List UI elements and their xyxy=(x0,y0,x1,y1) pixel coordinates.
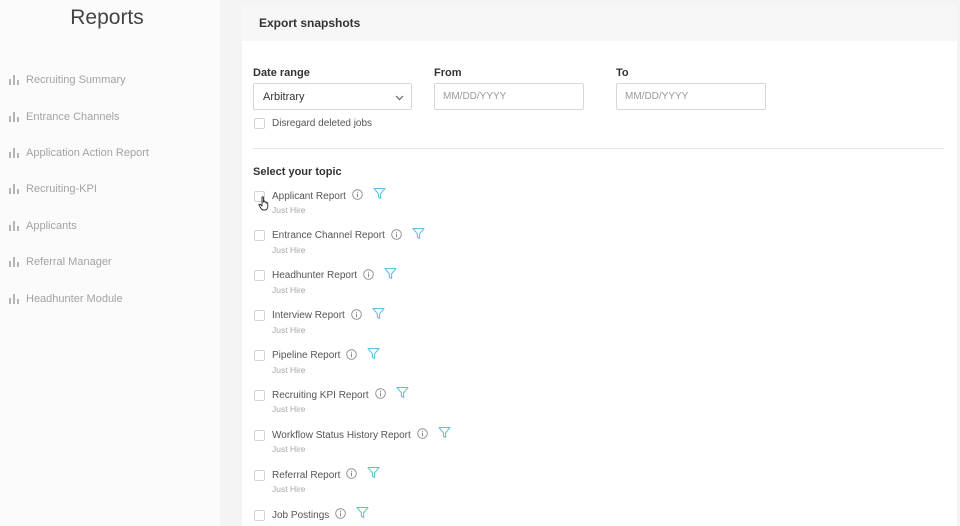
date-range-label: Date range xyxy=(253,67,310,79)
topic-item: Job Postings xyxy=(254,507,451,526)
filter-icon[interactable] xyxy=(384,267,397,285)
filter-icon[interactable] xyxy=(412,227,425,245)
info-icon[interactable] xyxy=(352,187,363,205)
bar-chart-icon xyxy=(9,147,19,158)
info-icon[interactable] xyxy=(363,267,374,285)
sidebar-item-label: Headhunter Module xyxy=(26,292,123,305)
divider xyxy=(253,148,944,149)
topic-checkbox[interactable] xyxy=(254,350,265,362)
filter-icon[interactable] xyxy=(372,307,385,325)
topic-checkbox[interactable] xyxy=(254,429,265,441)
info-icon[interactable] xyxy=(351,307,362,325)
bar-chart-icon xyxy=(9,75,19,86)
from-label: From xyxy=(434,67,462,79)
bar-chart-icon xyxy=(9,293,19,304)
bar-chart-icon xyxy=(9,220,19,231)
to-label: To xyxy=(616,67,629,79)
topic-subtitle: Just Hire xyxy=(272,244,306,255)
filter-icon[interactable] xyxy=(396,386,409,404)
topic-name: Headhunter Report xyxy=(272,270,358,282)
filter-icon[interactable] xyxy=(373,187,386,205)
date-range-value: Arbitrary xyxy=(263,90,305,103)
topic-name: Job Postings xyxy=(272,509,330,521)
info-icon[interactable] xyxy=(416,426,428,444)
filter-icon[interactable] xyxy=(356,506,369,524)
topic-item: Interview Report Just Hire xyxy=(254,307,451,348)
sidebar-item-label: Referral Manager xyxy=(26,256,112,269)
bar-chart-icon xyxy=(9,111,19,122)
chevron-down-icon xyxy=(395,92,404,104)
info-icon[interactable] xyxy=(374,386,386,404)
panel-title: Export snapshots xyxy=(242,5,957,41)
topic-subtitle: Just Hire xyxy=(272,444,306,455)
sidebar-item-label: Recruiting Summary xyxy=(26,74,126,87)
topic-item: Recruiting KPI Report Just Hire xyxy=(254,387,451,427)
bar-chart-icon xyxy=(9,257,19,268)
sidebar-item-label: Application Action Report xyxy=(26,146,149,159)
info-icon[interactable] xyxy=(335,506,347,524)
topic-checkbox[interactable] xyxy=(254,310,265,322)
topic-item: Entrance Channel Report Just Hire xyxy=(254,227,451,268)
topic-subtitle: Just Hire xyxy=(272,484,306,495)
disregard-deleted-jobs-checkbox[interactable] xyxy=(254,118,265,129)
topic-list: Applicant Report Just Hire Entrance Chan… xyxy=(254,187,451,526)
hand-pointer-cursor-icon xyxy=(258,196,271,216)
info-icon[interactable] xyxy=(346,466,358,484)
disregard-deleted-jobs: Disregard deleted jobs xyxy=(254,118,372,129)
topic-subtitle: Just Hire xyxy=(272,404,306,415)
export-snapshots-panel: Export snapshots Date range From To Arbi… xyxy=(242,5,957,526)
topic-item: Referral Report Just Hire xyxy=(254,467,451,507)
topic-section-title: Select your topic xyxy=(253,166,342,178)
topic-name: Interview Report xyxy=(272,310,345,322)
sidebar-item-label: Entrance Channels xyxy=(26,110,120,123)
sidebar-item-application-action-report[interactable]: Application Action Report xyxy=(9,135,214,171)
topic-checkbox[interactable] xyxy=(254,270,265,282)
topic-name: Entrance Channel Report xyxy=(272,230,385,242)
topic-name: Referral Report xyxy=(272,469,341,481)
topic-item: Headhunter Report Just Hire xyxy=(254,267,451,308)
from-date-input[interactable] xyxy=(434,83,584,110)
topic-name: Applicant Report xyxy=(272,190,346,202)
sidebar-item-recruiting-kpi[interactable]: Recruiting-KPI xyxy=(9,171,214,207)
topic-checkbox[interactable] xyxy=(254,230,265,242)
sidebar-item-headhunter-module[interactable]: Headhunter Module xyxy=(9,280,214,316)
info-icon[interactable] xyxy=(346,347,358,365)
topic-checkbox[interactable] xyxy=(254,509,265,521)
topic-item: Workflow Status History Report Just Hire xyxy=(254,427,451,467)
topic-subtitle: Just Hire xyxy=(272,205,306,215)
filter-icon[interactable] xyxy=(367,466,380,484)
sidebar: Reports Recruiting Summary Entrance Chan… xyxy=(0,0,220,526)
sidebar-item-recruiting-summary[interactable]: Recruiting Summary xyxy=(9,62,214,98)
topic-item: Applicant Report Just Hire xyxy=(254,187,451,228)
topic-name: Pipeline Report xyxy=(272,350,341,362)
bar-chart-icon xyxy=(9,184,19,195)
sidebar-item-entrance-channels[interactable]: Entrance Channels xyxy=(9,98,214,134)
topic-name: Workflow Status History Report xyxy=(272,429,411,441)
sidebar-nav: Recruiting Summary Entrance Channels App… xyxy=(9,62,214,317)
topic-subtitle: Just Hire xyxy=(272,364,306,375)
to-date-input[interactable] xyxy=(616,83,766,110)
info-icon[interactable] xyxy=(391,227,402,245)
topic-item: Pipeline Report Just Hire xyxy=(254,347,451,388)
topic-subtitle: Just Hire xyxy=(272,284,306,295)
date-range-select[interactable]: Arbitrary xyxy=(253,83,412,110)
sidebar-item-label: Applicants xyxy=(26,219,77,232)
topic-checkbox[interactable] xyxy=(254,469,265,481)
sidebar-item-referral-manager[interactable]: Referral Manager xyxy=(9,244,214,280)
sidebar-title: Reports xyxy=(70,6,144,29)
sidebar-item-applicants[interactable]: Applicants xyxy=(9,208,214,244)
topic-name: Recruiting KPI Report xyxy=(272,389,369,401)
disregard-deleted-jobs-label: Disregard deleted jobs xyxy=(272,118,373,129)
topic-subtitle: Just Hire xyxy=(272,324,306,335)
filter-icon[interactable] xyxy=(367,347,380,365)
sidebar-item-label: Recruiting-KPI xyxy=(26,183,97,196)
filter-icon[interactable] xyxy=(438,426,451,444)
topic-checkbox[interactable] xyxy=(254,389,265,401)
